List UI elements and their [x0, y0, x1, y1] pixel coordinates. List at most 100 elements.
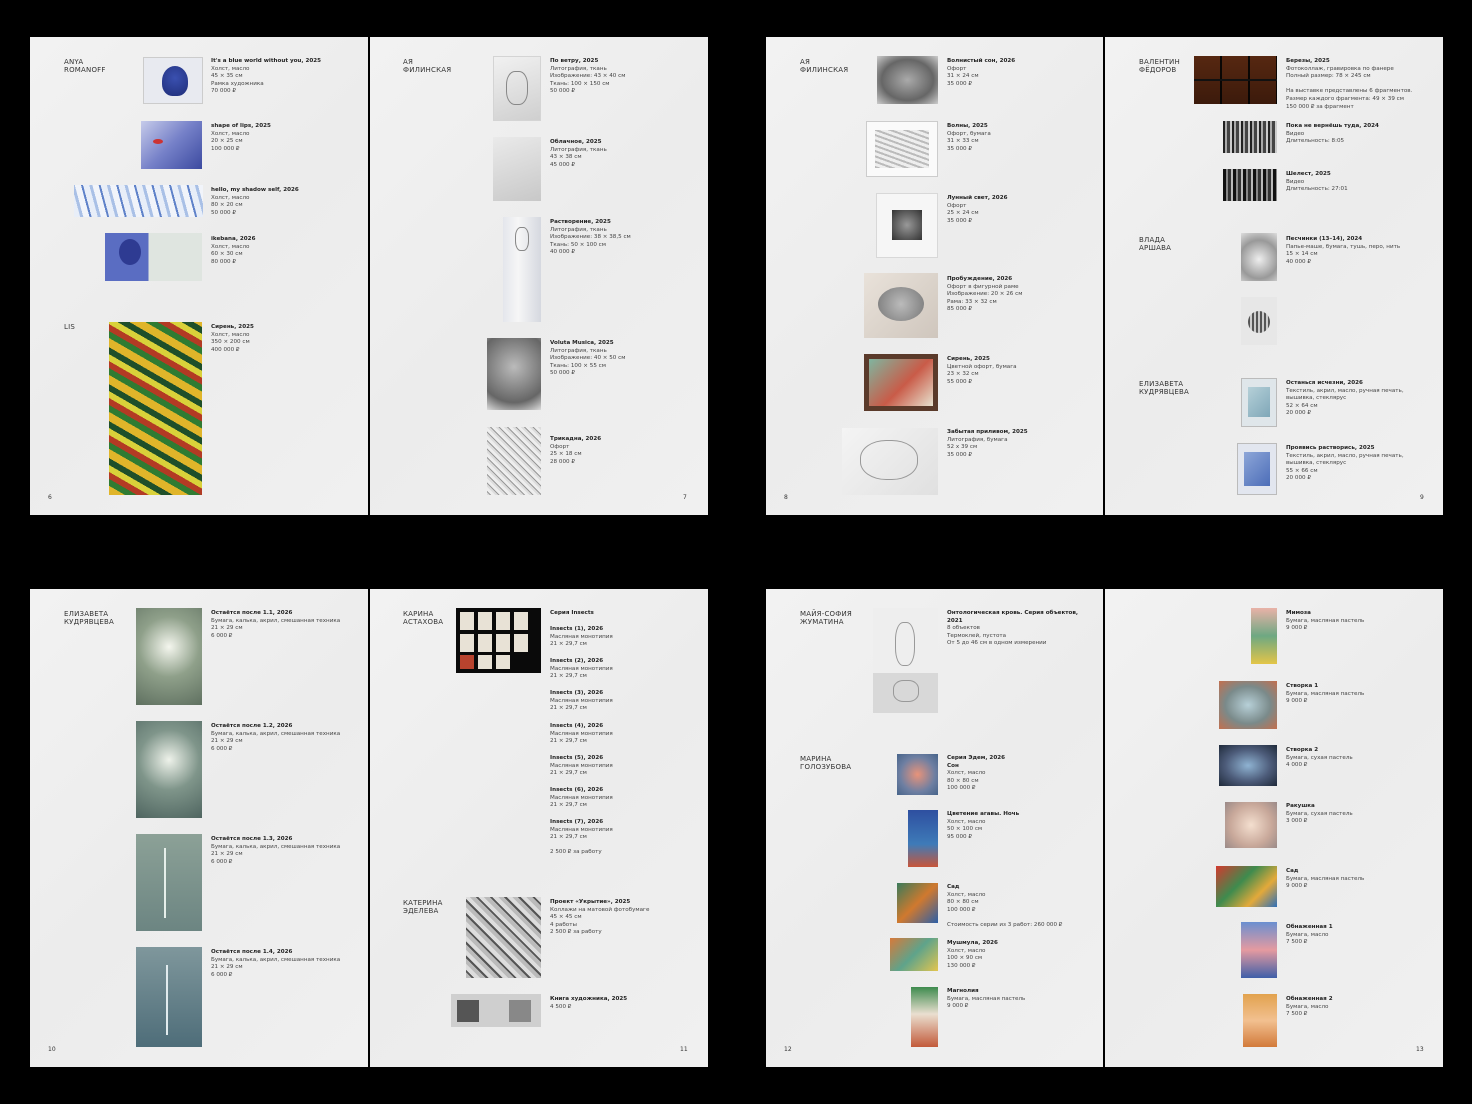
artwork-price: 6 000 ₽ [211, 632, 233, 639]
artwork-detail: Бумага, калька, акрил, смешанная техника [211, 843, 341, 850]
artwork-detail: 55 × 66 см [1286, 467, 1318, 474]
artwork-detail: Бумага, масло [1286, 1003, 1329, 1010]
artwork-title: Проявись растворись, 2025 [1286, 445, 1375, 451]
artwork-title: Остаётся после 1.2, 2026 [211, 723, 293, 729]
artwork-detail: 52 × 64 см [1286, 402, 1318, 409]
artwork-detail: Масляная монотипия [550, 794, 613, 801]
artwork-detail: 31 × 33 см [947, 138, 979, 145]
artwork-detail: Текстиль, акрил, масло, ручная печать, [1286, 452, 1404, 459]
artwork-caption: hello, my shadow self, 2026 Холст, масло… [211, 187, 361, 217]
artwork-image [141, 121, 202, 169]
artwork-price: 9 000 ₽ [1286, 625, 1308, 632]
artwork-detail: Офорт [550, 443, 570, 450]
artwork-image [487, 427, 541, 495]
artwork-detail [1286, 81, 1436, 89]
artwork-detail: 31 × 24 см [947, 73, 979, 80]
artwork-detail: Холст, масло [947, 891, 986, 898]
artwork-detail: 21 × 29,7 см [550, 834, 587, 841]
artwork-detail: вышивка, стеклярус [1286, 395, 1347, 402]
artwork-image [493, 137, 541, 201]
artwork-image [864, 354, 938, 411]
artwork-caption: Обнаженная 1 Бумага, масло 7 500 ₽ [1286, 924, 1436, 947]
artwork-detail: Бумага, масляная пастель [1286, 690, 1365, 697]
artwork-caption: Пробуждение, 2026 Офорт в фигурной раме … [947, 276, 1097, 314]
artwork-detail: Холст, масло [211, 243, 250, 250]
artwork-title: Облачное, 2025 [550, 139, 602, 145]
artwork-caption: Insects (4), 2026 Масляная монотипия 21 … [550, 723, 700, 746]
artwork-caption: Забытая приливом, 2025 Литография, бумаг… [947, 429, 1097, 459]
artwork-image [1219, 745, 1277, 786]
artwork-title: Пробуждение, 2026 [947, 276, 1013, 282]
artwork-detail: Холст, масло [947, 818, 986, 825]
artwork-caption: Пока не вернёшь туда, 2024 Видео Длитель… [1286, 123, 1436, 146]
artwork-title: Остаётся после 1.3, 2026 [211, 836, 293, 842]
artwork-detail: Видео [1286, 130, 1305, 137]
artwork-image [1216, 866, 1277, 907]
artwork-caption: It's a blue world without you, 2025 Холс… [211, 58, 361, 96]
artwork-detail: Термоклей, пустота [947, 632, 1007, 639]
artwork-detail: Ткань: 100 × 150 см [550, 80, 610, 87]
artwork-image [74, 185, 203, 217]
artwork-detail [947, 914, 1097, 922]
artwork-image [451, 994, 541, 1027]
artwork-detail: Литография, ткань [550, 347, 607, 354]
artwork-price: 50 000 ₽ [550, 88, 575, 95]
artwork-title: Березы, 2025 [1286, 58, 1330, 64]
page-number: 13 [1416, 1046, 1424, 1053]
artwork-detail: Холст, масло [211, 130, 250, 137]
artwork-caption: Песчинки (13–14), 2024 Папье-маше, бумаг… [1286, 236, 1436, 266]
artwork-title: Проект «Укрытие», 2025 [550, 899, 631, 905]
artwork-price: 35 000 ₽ [947, 451, 972, 458]
artwork-detail: 21 × 29,7 см [550, 641, 587, 648]
artwork-price: 80 000 ₽ [211, 258, 236, 265]
page-number: 11 [680, 1046, 688, 1053]
artwork-price: 100 000 ₽ [211, 145, 240, 152]
artwork-detail: Холст, масло [211, 331, 250, 338]
artist-name: АЯ ФИЛИНСКАЯ [403, 58, 452, 74]
artwork-caption: Лунный свет, 2026 Офорт 25 × 24 см 35 00… [947, 195, 1097, 225]
artwork-title: Створка 2 [1286, 747, 1319, 753]
artwork-title: Сирень, 2025 [947, 356, 990, 362]
artwork-title: Останься исчезни, 2026 [1286, 380, 1363, 386]
artwork-image [1223, 169, 1277, 201]
artwork-caption: Створка 1 Бумага, масляная пастель 9 000… [1286, 683, 1436, 706]
artwork-image [1241, 922, 1277, 978]
artwork-caption: Остаётся после 1.4, 2026 Бумага, калька,… [211, 949, 361, 979]
artwork-detail: Размер каждого фрагмента: 49 × 39 см [1286, 95, 1404, 102]
artwork-detail: Литография, ткань [550, 65, 607, 72]
artwork-detail: Масляная монотипия [550, 633, 613, 640]
artwork-detail: 52 х 39 см [947, 444, 978, 451]
artwork-detail: Масляная монотипия [550, 697, 613, 704]
artwork-detail: 21 × 29,7 см [550, 738, 587, 745]
artwork-caption: Insects (5), 2026 Масляная монотипия 21 … [550, 755, 700, 778]
artwork-detail: 100 × 90 см [947, 955, 983, 962]
artwork-caption: Проявись растворись, 2025 Текстиль, акри… [1286, 445, 1436, 483]
artist-name: КАТЕРИНА ЭДЕЛЕВА [403, 899, 443, 915]
artwork-title: Книга художника, 2025 [550, 996, 628, 1002]
artwork-image [842, 428, 938, 495]
artwork-detail: Бумага, масляная пастель [1286, 875, 1365, 882]
artwork-title: Серия Эдем, 2026 [947, 755, 1005, 761]
artwork-title: hello, my shadow self, 2026 [211, 187, 299, 193]
artist-name: ЕЛИЗАВЕТА КУДРЯВЦЕВА [1139, 380, 1190, 396]
artwork-image [890, 938, 938, 971]
artwork-title: ikebana, 2026 [211, 236, 256, 242]
artwork-detail: Офорт в фигурной раме [947, 283, 1019, 290]
artwork-title: 2021 [947, 617, 963, 624]
artist-name: ANYA ROMANOFF [64, 58, 106, 74]
artwork-title: Створка 1 [1286, 683, 1319, 689]
artwork-image [864, 273, 938, 338]
artwork-price: 2 500 ₽ за работу [550, 929, 602, 936]
artwork-detail: Холст, масло [211, 194, 250, 201]
artwork-caption: Цветение агавы. Ночь Холст, масло 50 × 1… [947, 811, 1097, 841]
artwork-image [487, 338, 541, 410]
artwork-image [1241, 233, 1277, 281]
artwork-detail: На выставке представлены 6 фрагментов. [1286, 88, 1413, 95]
artwork-image [1223, 121, 1277, 153]
artwork-title: Insects (4), 2026 [550, 723, 604, 729]
artwork-price: 85 000 ₽ [947, 306, 972, 313]
artwork-detail: 50 × 100 см [947, 826, 983, 833]
artwork-image [1219, 681, 1277, 729]
artwork-detail: 21 × 29 см [211, 738, 243, 745]
artwork-caption: Insects (3), 2026 Масляная монотипия 21 … [550, 690, 700, 713]
